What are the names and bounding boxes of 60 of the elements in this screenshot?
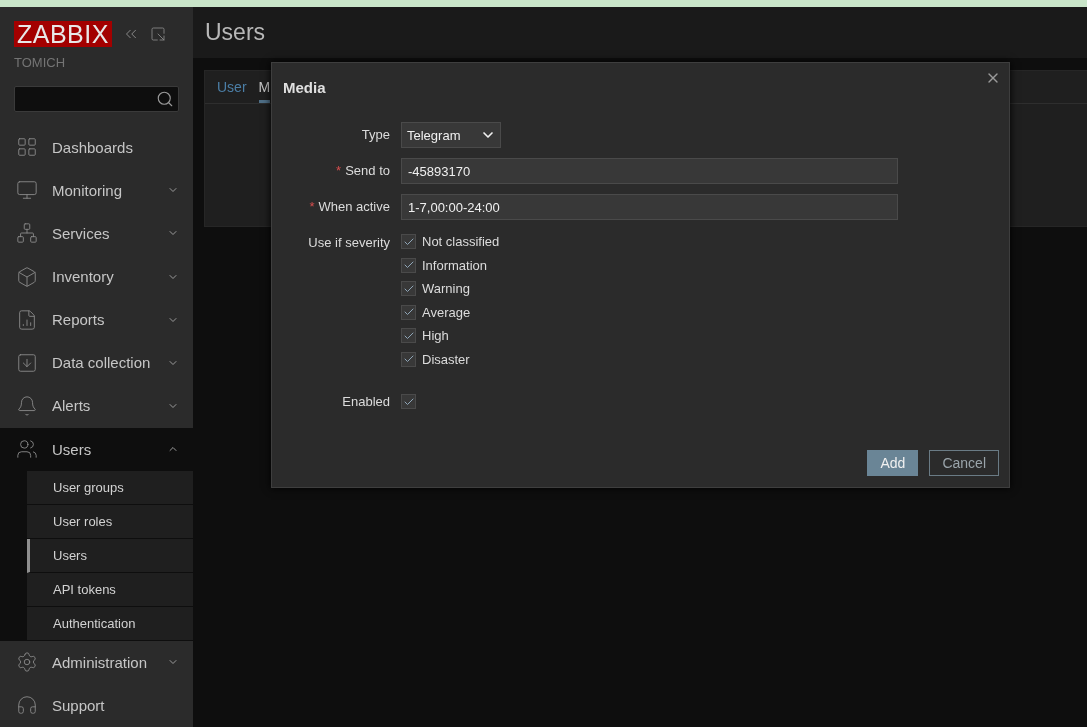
- field-label: Enabled: [341, 392, 390, 411]
- checkbox[interactable]: [401, 304, 416, 320]
- menu-item[interactable]: Data collection: [0, 341, 193, 385]
- submenu-item[interactable]: Users: [27, 538, 193, 573]
- logo[interactable]: ZABBIX: [14, 21, 112, 47]
- menu-item[interactable]: Reports: [0, 298, 193, 342]
- check-icon: [402, 259, 415, 271]
- checkbox-label: High: [422, 328, 449, 343]
- submenu-item[interactable]: User groups: [27, 470, 193, 505]
- field-label: When active: [318, 199, 390, 214]
- box-icon: [16, 265, 38, 288]
- menu-item[interactable]: Alerts: [0, 384, 193, 428]
- download-box-icon: [16, 351, 38, 374]
- menu-item[interactable]: Inventory: [0, 254, 193, 299]
- checkbox[interactable]: [401, 257, 416, 273]
- field-label: Use if severity: [307, 234, 390, 252]
- menu-item[interactable]: Monitoring: [0, 168, 193, 212]
- bell-icon: [16, 394, 38, 417]
- submenu-item[interactable]: User roles: [27, 504, 193, 539]
- checkbox[interactable]: [401, 394, 416, 409]
- menu-item[interactable]: Services: [0, 211, 193, 255]
- field-label: Send to: [345, 163, 390, 178]
- submenu-item[interactable]: API tokens: [27, 572, 193, 607]
- check-icon: [402, 306, 415, 318]
- menu-item[interactable]: Dashboards: [0, 125, 193, 169]
- monitor-icon: [16, 179, 38, 202]
- tab[interactable]: User: [217, 71, 247, 103]
- expand-icon[interactable]: [149, 26, 166, 42]
- dialog-title: Media: [282, 78, 327, 96]
- checkbox-label: Information: [422, 257, 488, 273]
- gear-icon: [16, 651, 38, 674]
- headset-icon: [16, 694, 38, 717]
- input-field[interactable]: 1-7,00:00-24:00: [401, 194, 898, 220]
- checkbox-label: Disaster: [422, 351, 470, 367]
- menu-item[interactable]: Users: [0, 427, 193, 471]
- cancel-button[interactable]: Cancel: [929, 450, 999, 476]
- checkbox[interactable]: [401, 351, 416, 367]
- users-icon: [16, 438, 38, 461]
- checkbox[interactable]: [401, 281, 416, 296]
- required-mark: *: [309, 199, 315, 214]
- page-title: Users: [205, 19, 266, 46]
- checkbox-label: Average: [422, 304, 471, 320]
- checkbox[interactable]: [401, 234, 416, 249]
- checkbox-label: Warning: [422, 281, 470, 296]
- chart-file-icon: [16, 308, 38, 331]
- input-field[interactable]: -45893170: [401, 158, 898, 184]
- check-icon: [402, 353, 415, 365]
- type-select[interactable]: Telegram: [401, 122, 501, 148]
- checkbox-label: Not classified: [422, 234, 500, 249]
- menu-item[interactable]: Administration: [0, 640, 193, 684]
- search-icon: [156, 89, 174, 108]
- server-name: TOMICH: [13, 54, 67, 70]
- search-field[interactable]: [14, 86, 179, 112]
- network-icon: [16, 222, 38, 245]
- submenu-item[interactable]: Authentication: [27, 606, 193, 641]
- required-mark: *: [336, 163, 342, 178]
- menu-item[interactable]: Support: [0, 683, 193, 727]
- field-label: Type: [360, 126, 390, 144]
- grid-icon: [16, 136, 38, 159]
- checkbox[interactable]: [401, 328, 416, 343]
